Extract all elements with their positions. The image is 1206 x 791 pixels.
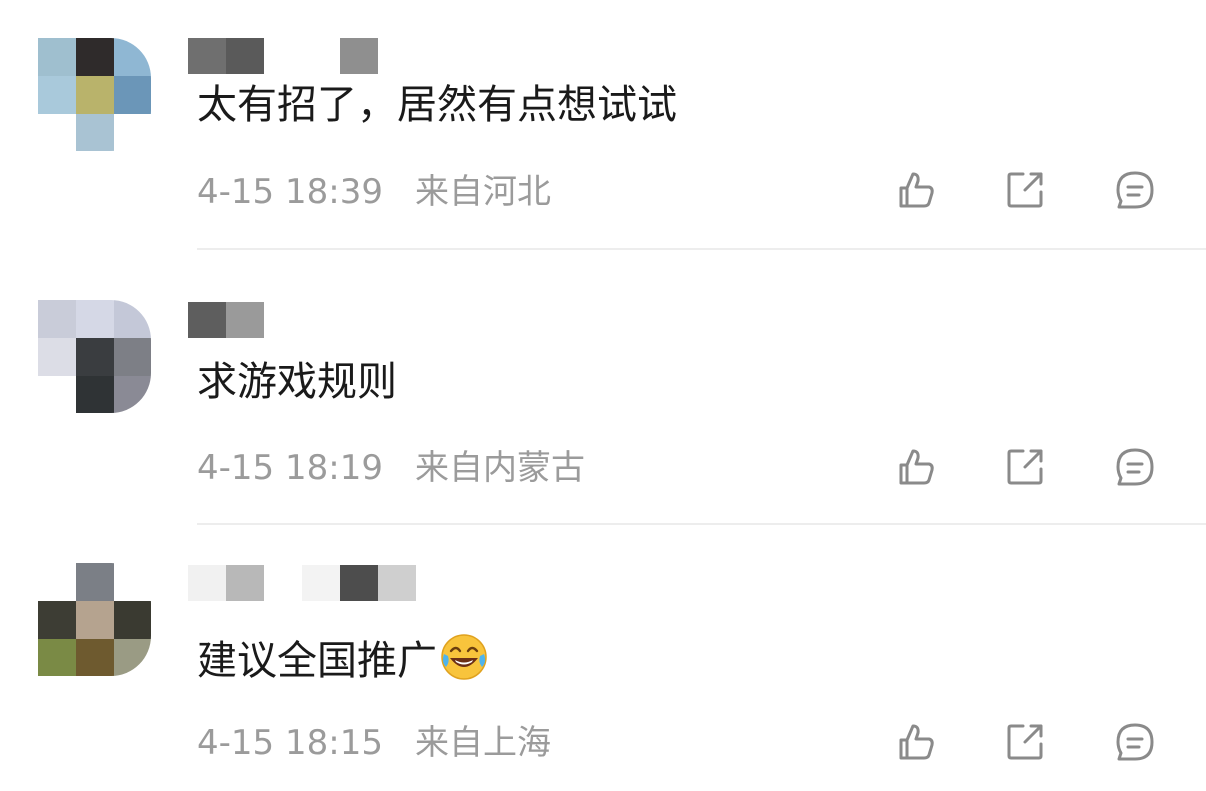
comment-time: 4-15 18:39 bbox=[197, 172, 383, 212]
username-pixel bbox=[188, 38, 226, 74]
comment-meta: 4-15 18:19 来自内蒙古 bbox=[197, 448, 585, 488]
username-pixel bbox=[378, 565, 416, 601]
comment-text: 求游戏规则 bbox=[197, 359, 397, 405]
avatar-pixel bbox=[38, 338, 76, 376]
avatar-pixel bbox=[76, 38, 114, 76]
avatar-pixel bbox=[76, 563, 114, 601]
username-pixel bbox=[302, 302, 340, 338]
avatar-pixel bbox=[38, 601, 76, 639]
reply-icon[interactable] bbox=[1113, 168, 1157, 212]
laughing-tears-emoji bbox=[441, 634, 487, 680]
avatar-pixel bbox=[38, 76, 76, 114]
comment-meta: 4-15 18:15 来自上海 bbox=[197, 723, 551, 763]
username-pixel bbox=[340, 38, 378, 74]
comment-item: 求游戏规则 4-15 18:19 来自内蒙古 bbox=[0, 250, 1206, 525]
like-icon[interactable] bbox=[893, 720, 937, 764]
username-redacted[interactable] bbox=[188, 302, 416, 338]
comment-location: 来自河北 bbox=[414, 172, 551, 212]
comment-text: 建议全国推广 bbox=[197, 632, 489, 686]
username-pixel bbox=[302, 565, 340, 601]
avatar-pixel bbox=[76, 76, 114, 114]
comment-text-content: 建议全国推广 bbox=[197, 638, 437, 684]
comment-location: 来自上海 bbox=[414, 723, 551, 763]
share-icon[interactable] bbox=[1003, 720, 1047, 764]
avatar-pixel bbox=[76, 601, 114, 639]
comment-item: 建议全国推广 4-15 18:15 来自上海 bbox=[0, 525, 1206, 791]
reply-icon[interactable] bbox=[1113, 445, 1157, 489]
username-redacted[interactable] bbox=[188, 38, 416, 74]
comment-meta: 4-15 18:39 来自河北 bbox=[197, 172, 551, 212]
comment-time: 4-15 18:15 bbox=[197, 723, 383, 763]
username-pixel bbox=[226, 38, 264, 74]
avatar-pixel bbox=[114, 114, 151, 151]
comment-time: 4-15 18:19 bbox=[197, 448, 383, 488]
avatar-pixel bbox=[114, 300, 151, 338]
avatar-pixel bbox=[76, 338, 114, 376]
avatar-pixel bbox=[76, 376, 114, 413]
username-pixel bbox=[378, 38, 416, 74]
username-pixel bbox=[378, 302, 416, 338]
username-pixel bbox=[226, 565, 264, 601]
avatar-pixel bbox=[114, 563, 151, 601]
avatar-pixel bbox=[38, 639, 76, 676]
username-pixel bbox=[264, 565, 302, 601]
avatar-pixel bbox=[76, 639, 114, 676]
avatar-pixel bbox=[114, 38, 151, 76]
comment-item: 太有招了，居然有点想试试 4-15 18:39 来自河北 bbox=[0, 0, 1206, 250]
avatar-pixel bbox=[114, 601, 151, 639]
avatar-pixel bbox=[76, 300, 114, 338]
like-icon[interactable] bbox=[893, 168, 937, 212]
username-redacted[interactable] bbox=[188, 565, 416, 601]
reply-icon[interactable] bbox=[1113, 720, 1157, 764]
username-pixel bbox=[340, 565, 378, 601]
username-pixel bbox=[188, 565, 226, 601]
like-icon[interactable] bbox=[893, 445, 937, 489]
username-pixel bbox=[188, 302, 226, 338]
avatar[interactable] bbox=[38, 38, 151, 151]
comment-location: 来自内蒙古 bbox=[414, 448, 585, 488]
avatar[interactable] bbox=[38, 300, 151, 413]
comment-text: 太有招了，居然有点想试试 bbox=[197, 82, 677, 128]
avatar-pixel bbox=[38, 114, 76, 151]
username-pixel bbox=[340, 302, 378, 338]
username-pixel bbox=[226, 302, 264, 338]
avatar-pixel bbox=[38, 376, 76, 413]
avatar-pixel bbox=[114, 376, 151, 413]
share-icon[interactable] bbox=[1003, 445, 1047, 489]
avatar-pixel bbox=[114, 76, 151, 114]
avatar[interactable] bbox=[38, 563, 151, 676]
username-pixel bbox=[302, 38, 340, 74]
username-pixel bbox=[264, 302, 302, 338]
avatar-pixel bbox=[76, 114, 114, 151]
avatar-pixel bbox=[38, 300, 76, 338]
avatar-pixel bbox=[114, 639, 151, 676]
username-pixel bbox=[264, 38, 302, 74]
avatar-pixel bbox=[114, 338, 151, 376]
avatar-pixel bbox=[38, 563, 76, 601]
avatar-pixel bbox=[38, 38, 76, 76]
share-icon[interactable] bbox=[1003, 168, 1047, 212]
